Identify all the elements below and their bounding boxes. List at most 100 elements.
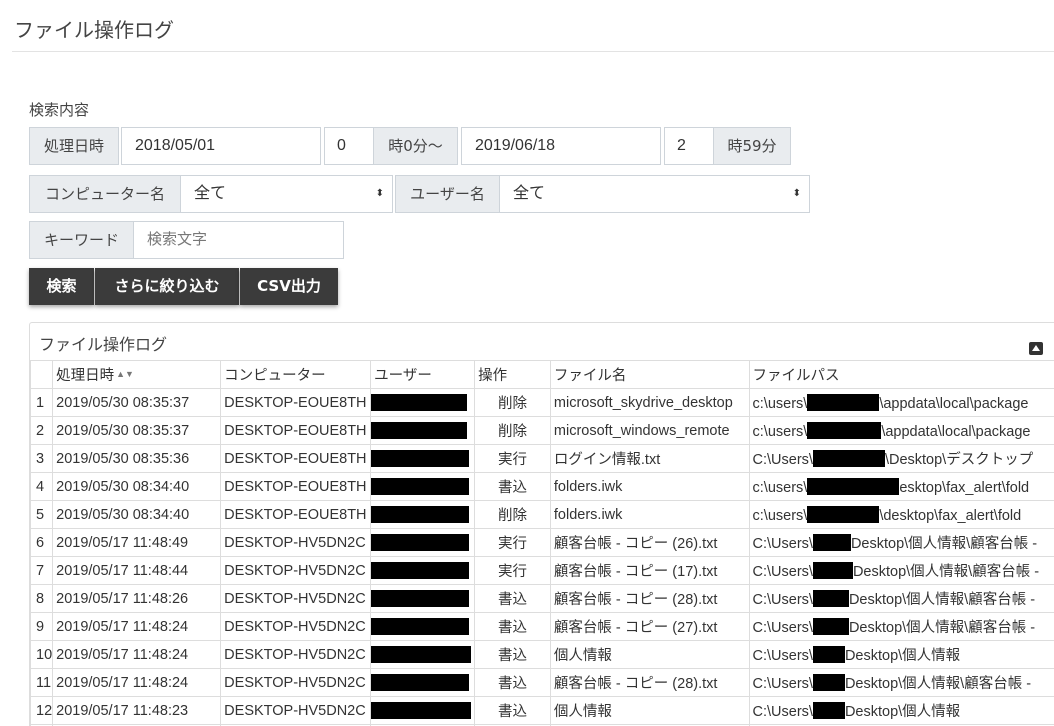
cell-operation: 削除 <box>474 388 551 417</box>
cell-filename: 個人情報 <box>549 640 750 669</box>
path-prefix: c:\users\ <box>752 395 808 412</box>
hour-to-suffix: 時59分 <box>713 127 791 165</box>
collapse-up-icon[interactable] <box>1029 342 1043 355</box>
cell-computer: DESKTOP-HV5DN2C <box>220 584 372 613</box>
cell-computer: DESKTOP-HV5DN2C <box>220 696 372 725</box>
path-prefix: C:\Users\ <box>752 620 813 636</box>
cell-time: 2019/05/30 08:35:36 <box>52 444 222 473</box>
col-header-filename[interactable]: ファイル名 <box>549 360 750 389</box>
cell-computer: DESKTOP-HV5DN2C <box>220 668 372 697</box>
row-number: 12 <box>30 696 54 725</box>
cell-user <box>370 416 476 445</box>
table-row[interactable]: 8 2019/05/17 11:48:26 DESKTOP-HV5DN2C 書込 顧客台… <box>30 584 1054 613</box>
cell-filename: ログイン情報.txt <box>549 444 750 473</box>
path-suffix: Desktop\個人情報 <box>844 648 961 664</box>
hour-from-input[interactable]: 0 <box>324 127 374 165</box>
table-row[interactable]: 9 2019/05/17 11:48:24 DESKTOP-HV5DN2C 書込 顧客台… <box>30 612 1054 641</box>
table-row[interactable]: 11 2019/05/17 11:48:24 DESKTOP-HV5DN2C 書込 顧客… <box>30 668 1054 697</box>
path-suffix: Desktop\個人情報\顧客台帳 - <box>848 620 1036 636</box>
path-prefix: C:\Users\ <box>752 648 813 664</box>
redacted-block <box>812 646 845 663</box>
table-row[interactable]: 6 2019/05/17 11:48:49 DESKTOP-HV5DN2C 実行 顧客台… <box>30 528 1054 557</box>
table-row[interactable]: 12 2019/05/17 11:48:23 DESKTOP-HV5DN2C 書込 個人… <box>30 696 1054 725</box>
redacted-block <box>807 477 900 495</box>
computer-select[interactable]: 全て ⬍ <box>180 175 393 213</box>
cell-user <box>370 584 476 613</box>
redacted-block <box>371 505 470 523</box>
path-suffix: \Desktop\デスクトップ <box>884 452 1034 468</box>
cell-operation: 書込 <box>474 668 551 697</box>
cell-filename: 顧客台帳 - コピー (26).txt <box>549 528 750 557</box>
cell-filepath: c:\users\ esktop\fax_alert\fold <box>748 472 1054 501</box>
cell-time: 2019/05/30 08:34:40 <box>52 472 222 501</box>
redacted-block <box>812 702 845 719</box>
redacted-block <box>371 673 470 691</box>
table-row[interactable]: 1 2019/05/30 08:35:37 DESKTOP-EOUE8TH 削除 mic… <box>30 388 1054 417</box>
title-divider <box>12 51 1054 52</box>
col-header-time-label: 処理日時 <box>56 368 115 384</box>
redacted-block <box>371 477 470 495</box>
table-row[interactable]: 2 2019/05/30 08:35:37 DESKTOP-EOUE8TH 削除 mic… <box>30 416 1054 445</box>
search-button[interactable]: 検索 <box>29 268 94 305</box>
cell-computer: DESKTOP-EOUE8TH <box>220 388 372 417</box>
cell-operation: 実行 <box>474 528 551 557</box>
redacted-block <box>807 421 882 439</box>
cell-filepath: C:\Users\ \Desktop\デスクトップ <box>748 444 1054 473</box>
redacted-block <box>812 534 851 551</box>
col-header-user[interactable]: ユーザー <box>370 360 476 389</box>
cell-time: 2019/05/30 08:34:40 <box>52 500 222 529</box>
path-suffix: Desktop\個人情報 <box>844 704 961 720</box>
cell-computer: DESKTOP-HV5DN2C <box>220 556 372 585</box>
refine-button[interactable]: さらに絞り込む <box>95 268 239 305</box>
row-number: 3 <box>30 444 54 473</box>
path-prefix: C:\Users\ <box>752 676 813 692</box>
cell-filepath: C:\Users\ Desktop\個人情報\顧客台帳 - <box>748 528 1054 557</box>
path-prefix: C:\Users\ <box>752 452 813 468</box>
date-to-input[interactable]: 2019/06/18 <box>461 127 661 165</box>
table-row[interactable]: 7 2019/05/17 11:48:44 DESKTOP-HV5DN2C 実行 顧客台… <box>30 556 1054 585</box>
cell-filename: microsoft_skydrive_desktop <box>549 388 750 417</box>
cell-computer: DESKTOP-EOUE8TH <box>220 444 372 473</box>
redacted-block <box>812 618 849 635</box>
col-header-operation[interactable]: 操作 <box>474 360 551 389</box>
path-prefix: c:\users\ <box>752 507 808 524</box>
path-prefix: c:\users\ <box>752 423 808 440</box>
computer-label: コンピューター名 <box>29 175 181 213</box>
redacted-block <box>371 561 470 579</box>
table-row[interactable]: 5 2019/05/30 08:34:40 DESKTOP-EOUE8TH 削除 fol… <box>30 500 1054 529</box>
cell-operation: 削除 <box>474 416 551 445</box>
path-suffix: Desktop\個人情報\顧客台帳 - <box>852 564 1040 580</box>
cell-filepath: C:\Users\ Desktop\個人情報 <box>748 640 1054 669</box>
date-from-input[interactable]: 2018/05/01 <box>121 127 321 165</box>
row-number: 9 <box>30 612 54 641</box>
cell-computer: DESKTOP-EOUE8TH <box>220 500 372 529</box>
cell-operation: 削除 <box>474 500 551 529</box>
table-row[interactable]: 10 2019/05/17 11:48:24 DESKTOP-HV5DN2C 書込 個人… <box>30 640 1054 669</box>
table-row[interactable]: 4 2019/05/30 08:34:40 DESKTOP-EOUE8TH 書込 fol… <box>30 472 1054 501</box>
cell-filepath: c:\users\ \appdata\local\package <box>748 388 1054 417</box>
hour-to-input[interactable]: 2 <box>664 127 714 165</box>
redacted-block <box>812 674 845 691</box>
redacted-block <box>807 393 880 411</box>
keyword-input[interactable]: 検索文字 <box>133 221 344 259</box>
cell-filename: 個人情報 <box>549 696 750 725</box>
row-number: 6 <box>30 528 54 557</box>
sort-icon[interactable]: ▲▼ <box>116 369 134 379</box>
cell-user <box>370 668 476 697</box>
table-row[interactable]: 3 2019/05/30 08:35:36 DESKTOP-EOUE8TH 実行 ログイ… <box>30 444 1054 473</box>
cell-operation: 実行 <box>474 556 551 585</box>
col-header-time[interactable]: 処理日時 ▲▼ <box>52 360 222 389</box>
csv-export-button[interactable]: CSV出力 <box>240 268 338 305</box>
cell-filename: microsoft_windows_remote <box>549 416 750 445</box>
redacted-block <box>812 562 853 579</box>
col-header-filepath[interactable]: ファイルパス <box>748 360 1054 389</box>
cell-filepath: C:\Users\ Desktop\個人情報\顧客台帳 - <box>748 668 1054 697</box>
cell-time: 2019/05/30 08:35:37 <box>52 388 222 417</box>
cell-operation: 書込 <box>474 472 551 501</box>
user-label: ユーザー名 <box>395 175 500 213</box>
path-suffix: Desktop\個人情報\顧客台帳 - <box>844 676 1032 692</box>
user-select[interactable]: 全て ⬍ <box>499 175 810 213</box>
cell-filename: 顧客台帳 - コピー (28).txt <box>549 584 750 613</box>
select-caret-icon: ⬍ <box>375 188 384 199</box>
col-header-computer[interactable]: コンピューター <box>220 360 372 389</box>
